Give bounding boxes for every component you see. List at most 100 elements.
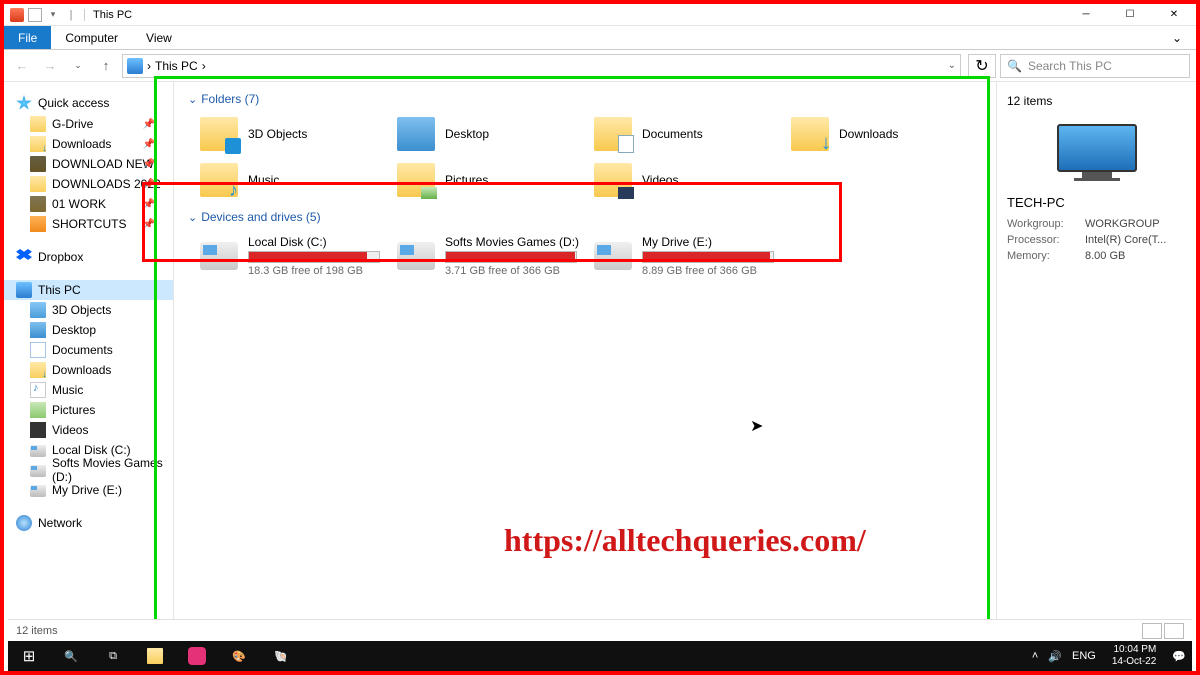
ribbon-expand-icon[interactable]: ⌄ [1158,26,1196,49]
folder-pictures[interactable]: Pictures [397,158,592,202]
picture-icon [30,402,46,418]
drive-free-text: 8.89 GB free of 366 GB [642,265,774,277]
addressbar: ← → ⌄ ↑ › This PC › ⌄ ↻ 🔍 Search This PC [4,50,1196,82]
drive-usage-bar [642,251,774,263]
tray-notification-icon[interactable]: 💬 [1172,650,1186,663]
download-icon [30,136,46,152]
dropbox-icon [16,249,32,265]
disk-icon [200,242,238,270]
drive-d[interactable]: Softs Movies Games (D:) 3.71 GB free of … [397,230,592,282]
folder-desktop[interactable]: Desktop [397,112,592,156]
sidebar: Quick access G-Drive📌 Downloads📌 DOWNLOA… [4,82,174,642]
taskbar-explorer-button[interactable] [134,641,176,671]
sidebar-item-pictures[interactable]: Pictures [4,400,173,420]
sidebar-item-drive-e[interactable]: My Drive (E:) [4,480,173,500]
cursor-icon: ➤ [750,416,763,436]
tray-lang[interactable]: ENG [1072,650,1096,662]
taskbar-app[interactable]: 🐚 [260,641,302,671]
folder-icon [30,196,46,212]
tray-expand-icon[interactable]: ˄ [1032,650,1038,662]
main-content: Folders (7) 3D Objects Desktop Documents… [174,82,996,642]
status-text: 12 items [16,625,58,637]
download-icon [30,362,46,378]
pin-icon: 📌 [143,139,155,150]
search-input[interactable]: 🔍 Search This PC [1000,54,1190,78]
folder-music[interactable]: Music [200,158,395,202]
window-title: This PC [84,9,132,21]
refresh-button[interactable]: ↻ [968,54,996,78]
drive-e[interactable]: My Drive (E:) 8.89 GB free of 366 GB [594,230,789,282]
nav-back-button[interactable]: ← [10,54,34,78]
tray-clock[interactable]: 10:04 PM 14-Oct-22 [1106,644,1162,668]
tray-volume-icon[interactable]: 🔊 [1048,650,1062,663]
nav-forward-button[interactable]: → [38,54,62,78]
desktop-icon [397,117,435,151]
disk-icon [30,445,46,457]
drive-label: Local Disk (C:) [248,235,380,249]
crumb-sep: › [147,59,151,73]
sidebar-item-documents[interactable]: Documents [4,340,173,360]
close-button[interactable]: ✕ [1152,4,1196,26]
sidebar-item-3dobjects[interactable]: 3D Objects [4,300,173,320]
folder-3d-objects[interactable]: 3D Objects [200,112,395,156]
sidebar-network[interactable]: Network [4,512,173,534]
tab-file[interactable]: File [4,26,51,49]
folder-icon [30,116,46,132]
folder-icon [594,117,632,151]
drive-c[interactable]: Local Disk (C:) 18.3 GB free of 198 GB [200,230,395,282]
sidebar-this-pc[interactable]: This PC [4,280,173,300]
pc-monitor-icon [1057,124,1137,179]
pin-icon: 📌 [143,159,155,170]
maximize-button[interactable]: ☐ [1108,4,1152,26]
drive-usage-bar [248,251,380,263]
sidebar-item-downloads[interactable]: Downloads📌 [4,134,173,154]
sidebar-item-music[interactable]: Music [4,380,173,400]
drive-free-text: 18.3 GB free of 198 GB [248,265,380,277]
qat-separator: | [64,8,78,22]
view-details-button[interactable] [1142,623,1162,639]
taskbar-app[interactable] [176,641,218,671]
qat-dropdown-icon[interactable]: ▾ [46,8,60,22]
sidebar-item-01work[interactable]: 01 WORK📌 [4,194,173,214]
drive-label: My Drive (E:) [642,235,774,249]
crumb-text[interactable]: This PC [155,59,198,73]
sidebar-item-downloads2022[interactable]: DOWNLOADS 2022📌 [4,174,173,194]
section-drives[interactable]: Devices and drives (5) [178,208,992,230]
tab-computer[interactable]: Computer [51,26,132,49]
sidebar-item-shortcuts[interactable]: SHORTCUTS📌 [4,214,173,234]
sidebar-quick-access[interactable]: Quick access [4,92,173,114]
disk-icon [594,242,632,270]
section-folders[interactable]: Folders (7) [178,90,992,112]
sidebar-item-gdrive[interactable]: G-Drive📌 [4,114,173,134]
taskbar-taskview-button[interactable]: ⧉ [92,641,134,671]
folder-icon [30,156,46,172]
sidebar-item-downloadnew[interactable]: DOWNLOAD NEW📌 [4,154,173,174]
pin-icon: 📌 [143,219,155,230]
search-placeholder: Search This PC [1028,59,1112,73]
sidebar-item-downloads2[interactable]: Downloads [4,360,173,380]
folder-icon [791,117,829,151]
pin-icon: 📌 [143,179,155,190]
crumb-dropdown-icon[interactable]: ⌄ [948,60,956,71]
sidebar-dropbox[interactable]: Dropbox [4,246,173,268]
view-large-button[interactable] [1164,623,1184,639]
taskbar-search-button[interactable]: 🔍 [50,641,92,671]
folder-videos[interactable]: Videos [594,158,789,202]
document-icon [30,342,46,358]
sidebar-item-drive-d[interactable]: Softs Movies Games (D:) [4,460,173,480]
folder-icon [147,648,163,664]
sidebar-item-desktop[interactable]: Desktop [4,320,173,340]
pc-name: TECH-PC [1007,195,1186,216]
start-button[interactable]: ⊞ [8,641,50,671]
minimize-button[interactable]: ─ [1064,4,1108,26]
tab-view[interactable]: View [132,26,186,49]
taskbar-app[interactable]: 🎨 [218,641,260,671]
video-icon [30,422,46,438]
folder-documents[interactable]: Documents [594,112,789,156]
taskbar: ⊞ 🔍 ⧉ 🎨 🐚 ˄ 🔊 ENG 10:04 PM 14-Oct-22 💬 [8,641,1192,671]
nav-up-button[interactable]: ↑ [94,54,118,78]
nav-recent-icon[interactable]: ⌄ [66,54,90,78]
sidebar-item-videos[interactable]: Videos [4,420,173,440]
breadcrumb[interactable]: › This PC › ⌄ [122,54,961,78]
folder-downloads[interactable]: Downloads [791,112,986,156]
